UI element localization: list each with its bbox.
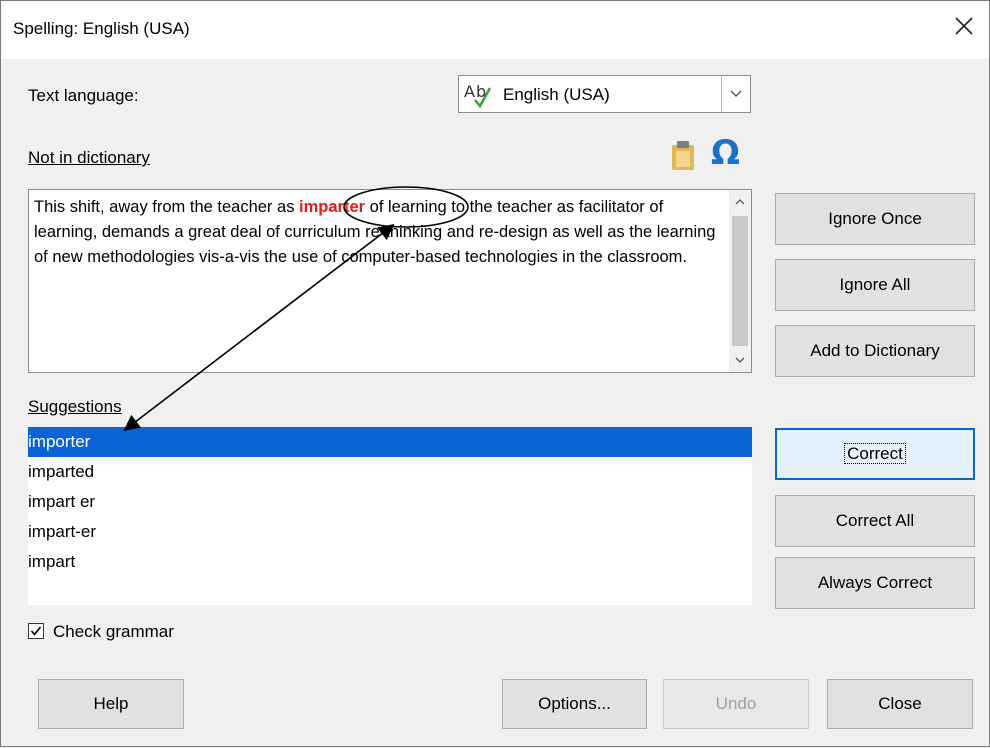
close-button[interactable]: Close (827, 679, 973, 729)
ignore-once-label: Ignore Once (828, 209, 922, 228)
svg-text:A: A (464, 82, 475, 101)
add-to-dictionary-label: Add to Dictionary (810, 341, 940, 360)
not-in-dictionary-textbox[interactable]: This shift, away from the teacher as imp… (28, 189, 752, 373)
omega-icon[interactable]: Ω (711, 133, 740, 173)
text-language-label: Text language: (28, 86, 139, 105)
suggestion-item[interactable]: imparted (28, 457, 752, 487)
title-bar: Spelling: English (USA) (1, 1, 989, 59)
scroll-up-icon[interactable] (734, 196, 746, 208)
suggestion-item[interactable]: impart er (28, 487, 752, 517)
suggestion-item[interactable]: impart-er (28, 517, 752, 547)
text-language-select[interactable]: A b English (USA) (458, 75, 751, 113)
help-label: Help (93, 694, 129, 713)
ignore-once-button[interactable]: Ignore Once (775, 193, 975, 245)
help-button[interactable]: Help (38, 679, 184, 729)
suggestions-list[interactable]: importer imparted impart er impart-er im… (28, 427, 752, 605)
close-label: Close (878, 694, 922, 713)
spelling-dialog: Spelling: English (USA) Text language: A… (0, 0, 990, 747)
not-in-dictionary-label: Not in dictionary (28, 148, 150, 167)
suggestion-item[interactable]: impart (28, 547, 752, 577)
sentence-text: This shift, away from the teacher as imp… (34, 195, 724, 270)
chevron-down-icon[interactable] (721, 76, 750, 112)
scroll-thumb[interactable] (732, 216, 748, 346)
spellcheck-language-icon: A b (463, 80, 497, 109)
scroll-down-icon[interactable] (734, 354, 746, 366)
window-title: Spelling: English (USA) (13, 19, 190, 38)
correct-all-label: Correct All (835, 511, 915, 530)
correct-button[interactable]: Correct (775, 428, 975, 480)
options-label: Options... (538, 694, 611, 713)
undo-button[interactable]: Undo (663, 679, 809, 729)
check-grammar-checkbox[interactable] (28, 623, 44, 639)
clipboard-icon[interactable] (670, 139, 696, 171)
always-correct-label: Always Correct (817, 573, 933, 592)
textbox-scrollbar[interactable] (729, 190, 751, 372)
correct-all-button[interactable]: Correct All (775, 495, 975, 547)
add-to-dictionary-button[interactable]: Add to Dictionary (775, 325, 975, 377)
correct-label: Correct (844, 443, 906, 464)
ignore-all-button[interactable]: Ignore All (775, 259, 975, 311)
options-button[interactable]: Options... (502, 679, 647, 729)
suggestion-item[interactable]: importer (28, 427, 752, 457)
always-correct-button[interactable]: Always Correct (775, 557, 975, 609)
ignore-all-label: Ignore All (839, 275, 911, 294)
suggestions-label: Suggestions (28, 397, 122, 416)
text-language-value: English (USA) (503, 85, 610, 104)
checkmark-icon (30, 626, 42, 636)
close-window-icon[interactable] (951, 13, 977, 39)
undo-label: Undo (715, 694, 757, 713)
text-before: This shift, away from the teacher as (34, 198, 300, 216)
misspelled-word: imparter (299, 198, 366, 216)
check-grammar-label[interactable]: Check grammar (53, 622, 174, 642)
